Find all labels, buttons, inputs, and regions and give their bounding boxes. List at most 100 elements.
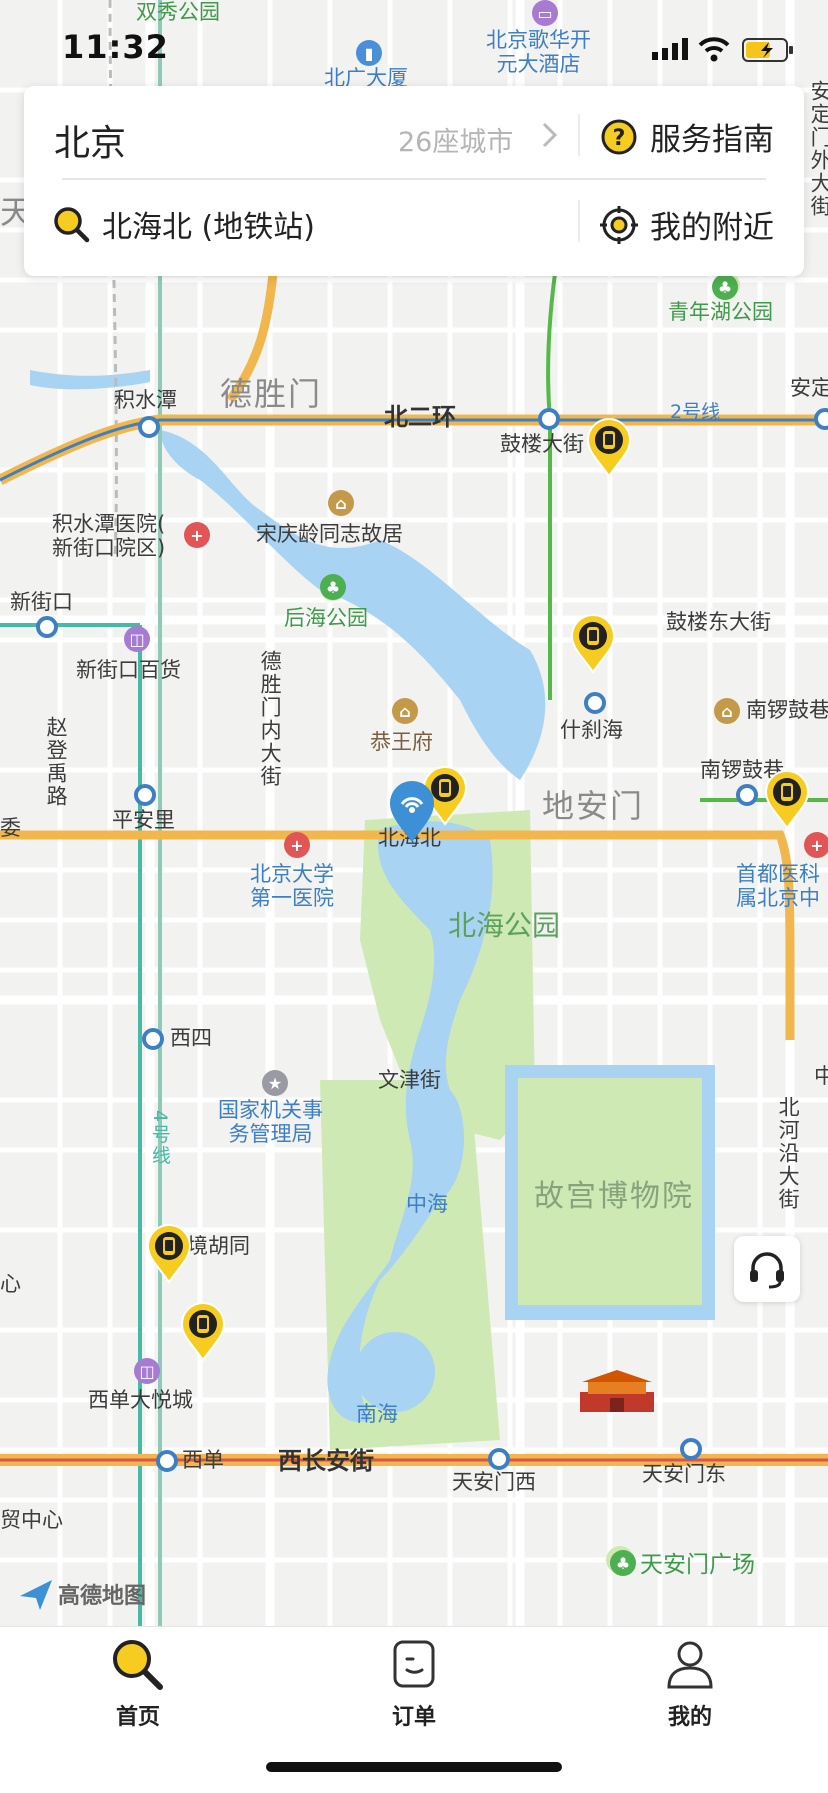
map-label: 南锣鼓巷	[746, 698, 828, 722]
map-label: 青年湖公园	[668, 300, 773, 324]
chevron-right-icon[interactable]	[534, 120, 564, 150]
map-label: 德胜门内大街	[258, 650, 283, 788]
divider	[578, 114, 580, 156]
user-icon	[667, 1641, 713, 1689]
metro-station-icon[interactable]	[488, 1448, 510, 1470]
map-label: 国家机关事 务管理局	[218, 1098, 323, 1147]
city-count[interactable]: 26座城市	[398, 120, 513, 159]
city-selector[interactable]: 北京	[54, 114, 126, 166]
tab-home-label: 首页	[115, 1705, 160, 1730]
status-time: 11:32	[62, 28, 169, 66]
location-search-card: 北京 26座城市 ? 服务指南 北海北 (地铁站) 我的附近	[24, 86, 804, 276]
customer-service-button[interactable]	[734, 1236, 800, 1302]
government-icon[interactable]: ★	[262, 1070, 288, 1096]
map-label: 文津街	[378, 1068, 441, 1092]
map-label: 故宫博物院	[534, 1179, 694, 1214]
shopping-icon[interactable]: ◫	[124, 626, 150, 652]
hospital-icon[interactable]: +	[804, 832, 828, 858]
map-label: 4号线	[148, 1110, 171, 1167]
map-label: 北河沿大街	[776, 1096, 801, 1211]
map-label: 首都医科 属北京中	[736, 862, 820, 911]
wifi-icon	[698, 37, 730, 62]
metro-station-icon[interactable]	[36, 616, 58, 638]
tab-orders[interactable]: 订单	[354, 1637, 474, 1731]
nearby-label: 我的附近	[650, 210, 774, 246]
storage-cabinet-pin[interactable]	[762, 770, 812, 830]
map-label: 中	[814, 1064, 828, 1088]
museum-icon[interactable]: ⌂	[328, 490, 354, 516]
map-label: 中海	[406, 1192, 448, 1216]
map-label: 北海公园	[448, 909, 561, 942]
map-label: 鼓楼大街	[500, 432, 584, 456]
search-value: 北海北 (地铁站)	[102, 210, 315, 245]
metro-station-icon[interactable]	[538, 408, 560, 430]
map-label: 宋庆龄同志故居	[256, 522, 403, 546]
map-label: 西单大悦城	[88, 1388, 193, 1412]
tab-profile-label: 我的	[667, 1705, 712, 1730]
map-label: 积水潭医院( 新街口院区)	[52, 512, 166, 561]
gaode-logo-icon	[20, 1580, 52, 1610]
tab-home[interactable]: 首页	[78, 1637, 198, 1731]
museum-icon[interactable]: ⌂	[392, 698, 418, 724]
map-label: 西四	[170, 1026, 212, 1050]
map-label: 什刹海	[560, 718, 623, 742]
tab-profile[interactable]: 我的	[630, 1637, 750, 1731]
map-label: 积水潭	[114, 388, 177, 412]
shopping-icon[interactable]: ◫	[134, 1358, 160, 1384]
location-pin-icon[interactable]	[388, 780, 436, 844]
status-bar: 11:32	[0, 0, 828, 88]
search-icon	[113, 1640, 163, 1690]
map-label: 2号线	[670, 401, 721, 423]
map-label: 西单	[182, 1448, 224, 1472]
map-label: 新街口百货	[76, 658, 181, 682]
storage-cabinet-pin[interactable]	[144, 1224, 194, 1284]
map-label: 安定门外大街	[808, 80, 828, 218]
metro-station-icon[interactable]	[156, 1450, 178, 1472]
park-icon[interactable]: ♣	[610, 1550, 636, 1576]
battery-icon	[742, 38, 793, 62]
metro-station-icon[interactable]	[680, 1438, 702, 1460]
park-icon[interactable]: ♣	[320, 574, 346, 600]
map-label: 天安门广场	[640, 1552, 755, 1578]
metro-station-icon[interactable]	[134, 784, 156, 806]
station-search-field[interactable]: 北海北 (地铁站)	[52, 202, 315, 246]
map-label: 地安门	[542, 787, 645, 825]
service-guide-button[interactable]: ? 服务指南	[600, 114, 774, 159]
map-label: 新街口	[10, 590, 73, 614]
museum-icon[interactable]: ⌂	[714, 698, 740, 724]
metro-station-icon[interactable]	[142, 1028, 164, 1050]
divider	[62, 178, 766, 180]
cellular-signal-icon	[652, 38, 688, 60]
question-icon: ?	[601, 119, 637, 154]
map-logo-text: 高德地图	[58, 1584, 147, 1609]
map-label: 安定	[790, 376, 828, 400]
headset-icon	[750, 1252, 784, 1289]
map-label: 北二环	[384, 403, 456, 431]
map-label: 平安里	[112, 808, 175, 832]
storage-cabinet-pin[interactable]	[568, 614, 618, 674]
park-icon[interactable]: ♣	[712, 274, 738, 300]
storage-cabinet-pin[interactable]	[584, 418, 634, 478]
locate-icon	[600, 205, 638, 244]
map-label: 心	[0, 1272, 21, 1296]
search-icon	[54, 207, 90, 243]
map-label: 恭王府	[370, 730, 433, 754]
map-label: 天安门东	[642, 1462, 726, 1486]
map-label: 德胜门	[220, 375, 323, 413]
hospital-icon[interactable]: +	[184, 522, 210, 548]
home-indicator	[266, 1762, 562, 1772]
metro-station-icon[interactable]	[138, 416, 160, 438]
svg-text:?: ?	[613, 126, 626, 151]
storage-cabinet-pin[interactable]	[178, 1302, 228, 1362]
hospital-icon[interactable]: +	[284, 832, 310, 858]
metro-station-icon[interactable]	[584, 692, 606, 714]
map-label: 天安门西	[452, 1470, 536, 1494]
map-label: 南海	[356, 1402, 398, 1426]
divider	[578, 200, 580, 242]
metro-station-icon[interactable]	[736, 784, 758, 806]
map-label: 委	[0, 816, 21, 840]
service-guide-label: 服务指南	[650, 122, 774, 158]
tab-orders-label: 订单	[391, 1705, 436, 1730]
map-label: 贸中心	[0, 1508, 63, 1532]
nearby-button[interactable]: 我的附近	[600, 202, 774, 247]
